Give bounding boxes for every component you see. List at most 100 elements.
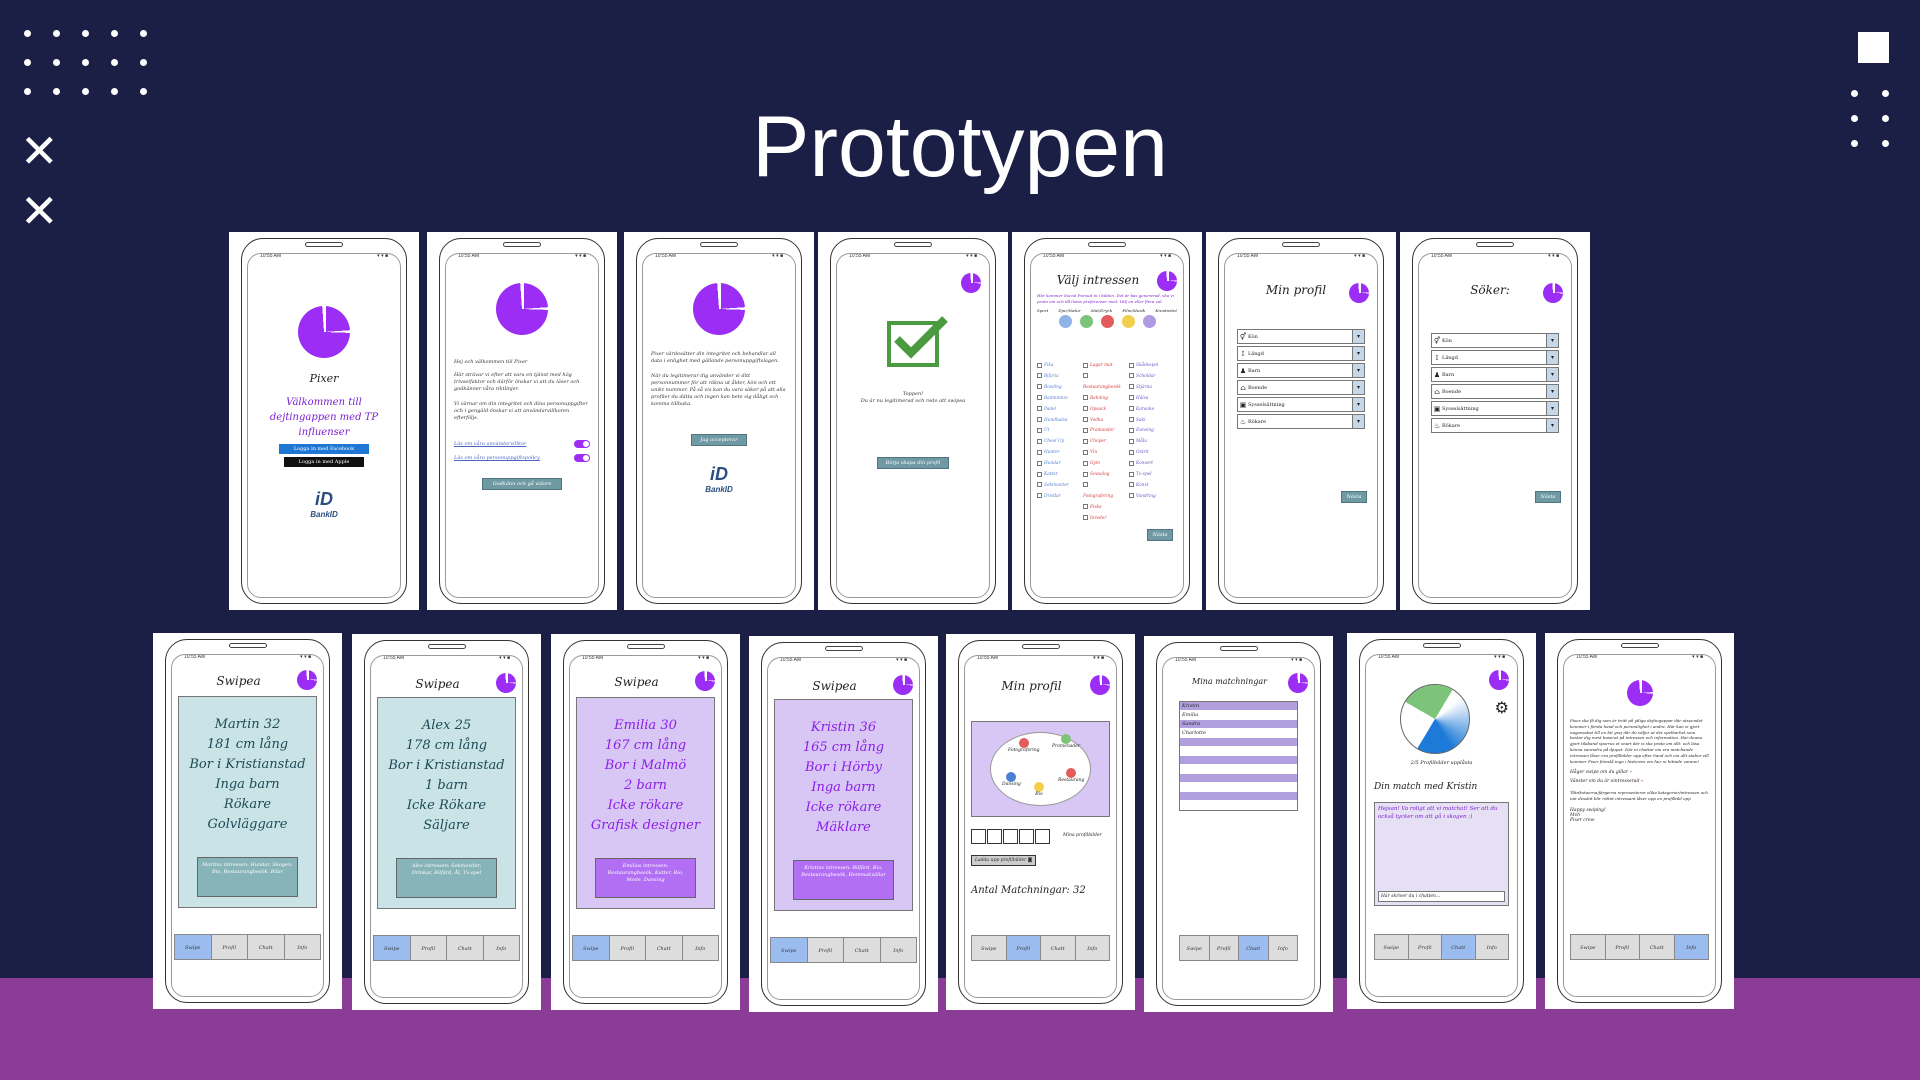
privacy-link[interactable]: Läs om våra personuppgiftspolicy xyxy=(454,455,540,461)
interest-option[interactable]: Hunter xyxy=(1037,448,1073,459)
accept-continue-button[interactable]: Godkänn och gå vidare xyxy=(482,478,562,490)
interest-option[interactable]: Pramander xyxy=(1083,426,1119,437)
nav-chat[interactable]: Chatt xyxy=(1239,936,1269,960)
dropdown-children[interactable]: ♟ Barn ▾ xyxy=(1237,363,1365,378)
interest-option[interactable]: Vodka xyxy=(1083,416,1119,427)
match-item[interactable] xyxy=(1180,792,1297,801)
interest-option[interactable]: Bowling xyxy=(1037,383,1073,394)
interest-option[interactable]: Padel xyxy=(1037,405,1073,416)
nav-swipe[interactable]: Swipe xyxy=(1375,935,1409,959)
upload-photos-button[interactable]: Ladda upp profilbilder ◙ xyxy=(971,855,1037,866)
match-item[interactable]: Charlotte xyxy=(1180,729,1297,738)
next-button[interactable]: Nästa xyxy=(1341,491,1367,503)
nav-chat[interactable]: Chatt xyxy=(248,935,285,959)
match-item[interactable] xyxy=(1180,774,1297,783)
profile-card[interactable]: Kristin 36 165 cm lång Bor i Hörby Inga … xyxy=(774,699,913,911)
interest-option[interactable]: Lagar mat xyxy=(1083,361,1119,372)
photo-slot[interactable] xyxy=(971,829,986,844)
interest-option[interactable]: Tv-spel xyxy=(1129,470,1165,481)
nav-profile[interactable]: Profil xyxy=(410,936,447,960)
nav-info[interactable]: Info xyxy=(1674,935,1708,959)
interest-option[interactable]: Skådespel xyxy=(1129,361,1165,372)
nav-profile[interactable]: Profil xyxy=(1605,935,1640,959)
match-item[interactable] xyxy=(1180,801,1297,810)
nav-info[interactable]: Info xyxy=(1268,936,1297,960)
next-button[interactable]: Nästa xyxy=(1535,491,1561,503)
nav-info[interactable]: Info xyxy=(483,936,519,960)
dropdown-height[interactable]: ↕ Längd ▾ xyxy=(1431,350,1559,365)
photo-slot[interactable] xyxy=(1035,829,1050,844)
interest-option[interactable]: Opsack xyxy=(1083,405,1119,416)
profile-card[interactable]: Alex 25 178 cm lång Bor i Kristianstad 1… xyxy=(377,697,516,909)
match-item[interactable] xyxy=(1180,783,1297,792)
dropdown-occupation[interactable]: ▣ Sysselsättning ▾ xyxy=(1237,397,1365,412)
nav-profile[interactable]: Profil xyxy=(1209,936,1239,960)
interest-option[interactable]: Karaoke xyxy=(1129,405,1165,416)
dropdown-occupation[interactable]: ▣ Sysselsättning ▾ xyxy=(1431,401,1559,416)
nav-chat[interactable]: Chatt xyxy=(1442,935,1476,959)
dropdown-smoker[interactable]: ♨ Rökare ▾ xyxy=(1431,418,1559,433)
dropdown-children[interactable]: ♟ Barn ▾ xyxy=(1431,367,1559,382)
photo-slot[interactable] xyxy=(1003,829,1018,844)
interest-option[interactable]: Vin xyxy=(1083,448,1119,459)
nav-profile[interactable]: Profil xyxy=(1006,936,1041,960)
interest-option[interactable]: Hälsa xyxy=(1129,394,1165,405)
nav-chat[interactable]: Chatt xyxy=(1041,936,1076,960)
nav-profile[interactable]: Profil xyxy=(1408,935,1442,959)
facebook-login-button[interactable]: Logga in med Facebook xyxy=(279,444,369,454)
match-item[interactable] xyxy=(1180,738,1297,747)
match-item[interactable] xyxy=(1180,765,1297,774)
nav-chat[interactable]: Chatt xyxy=(646,936,683,960)
interest-option[interactable]: Hundar xyxy=(1037,459,1073,470)
dropdown-home[interactable]: ⌂ Boende ▾ xyxy=(1237,380,1365,395)
interest-option[interactable]: Choper xyxy=(1083,437,1119,448)
interest-option[interactable]: Stjärna xyxy=(1129,383,1165,394)
photo-slot[interactable] xyxy=(1019,829,1034,844)
nav-chat[interactable]: Chatt xyxy=(844,938,881,962)
interest-option[interactable]: Restaurangbesök xyxy=(1083,372,1121,394)
nav-info[interactable]: Info xyxy=(1075,936,1109,960)
interest-option[interactable]: Fotografering xyxy=(1083,481,1119,503)
match-item[interactable] xyxy=(1180,747,1297,756)
interest-option[interactable]: Bakning xyxy=(1083,394,1119,405)
dropdown-gender[interactable]: ⚥ Kön ▾ xyxy=(1431,333,1559,348)
next-button[interactable]: Nästa xyxy=(1147,529,1173,541)
dropdown-gender[interactable]: ⚥ Kön ▾ xyxy=(1237,329,1365,344)
interest-option[interactable]: Saki xyxy=(1129,416,1165,427)
dropdown-home[interactable]: ⌂ Boende ▾ xyxy=(1431,384,1559,399)
interest-option[interactable]: Ut xyxy=(1037,426,1073,437)
privacy-toggle[interactable] xyxy=(574,454,590,462)
interest-option[interactable]: Fika xyxy=(1037,361,1073,372)
interest-option[interactable]: Gym xyxy=(1083,459,1119,470)
bankid-logo[interactable]: iD xyxy=(645,464,793,485)
interest-option[interactable]: Hundhalsa xyxy=(1037,416,1073,427)
nav-swipe[interactable]: Swipe xyxy=(972,936,1007,960)
nav-chat[interactable]: Chatt xyxy=(447,936,484,960)
nav-info[interactable]: Info xyxy=(880,938,916,962)
profile-card[interactable]: Emilia 30 167 cm lång Bor i Malmö 2 barn… xyxy=(576,697,715,909)
nav-profile[interactable]: Profil xyxy=(807,938,844,962)
interest-option[interactable]: Vandring xyxy=(1129,492,1165,503)
nav-swipe[interactable]: Swipe xyxy=(175,935,212,959)
interest-option[interactable]: Måla xyxy=(1129,437,1165,448)
nav-info[interactable]: Info xyxy=(284,935,320,959)
match-item[interactable] xyxy=(1180,756,1297,765)
interest-option[interactable]: Konst xyxy=(1129,481,1165,492)
nav-chat[interactable]: Chatt xyxy=(1640,935,1675,959)
profile-card[interactable]: Martin 32 181 cm lång Bor i Kristianstad… xyxy=(178,696,317,908)
interest-option[interactable]: Ostrit xyxy=(1129,448,1165,459)
bankid-logo[interactable]: iD xyxy=(250,489,398,510)
nav-profile[interactable]: Profil xyxy=(211,935,248,959)
photo-slot[interactable] xyxy=(987,829,1002,844)
interest-option[interactable]: Katter xyxy=(1037,470,1073,481)
dropdown-smoker[interactable]: ♨ Rökare ▾ xyxy=(1237,414,1365,429)
interest-option[interactable]: Sekmoviter xyxy=(1037,481,1073,492)
interest-option[interactable]: Bifaria xyxy=(1037,372,1073,383)
interest-option[interactable]: Inreder xyxy=(1083,514,1119,525)
accept-button[interactable]: Jag accepterar xyxy=(691,434,747,446)
interest-option[interactable]: Dansing xyxy=(1129,426,1165,437)
nav-swipe[interactable]: Swipe xyxy=(1180,936,1210,960)
nav-info[interactable]: Info xyxy=(682,936,718,960)
terms-toggle[interactable] xyxy=(574,440,590,448)
nav-info[interactable]: Info xyxy=(1475,935,1508,959)
